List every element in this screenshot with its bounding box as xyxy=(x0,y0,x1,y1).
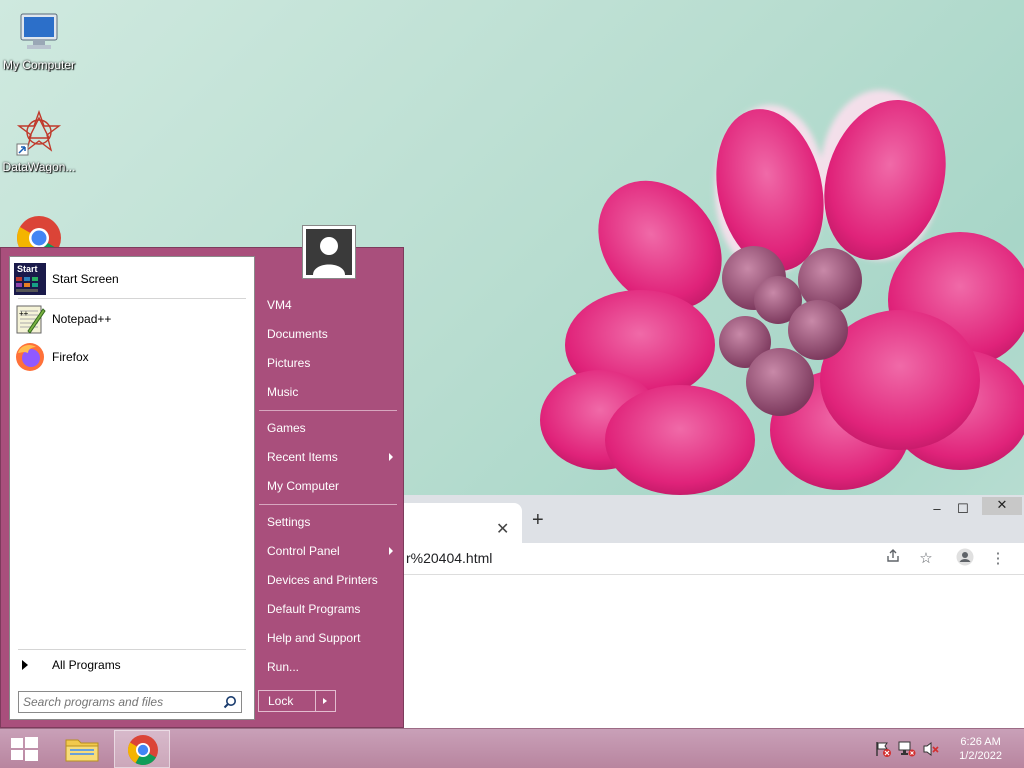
clock-time: 6:26 AM xyxy=(960,736,1001,748)
start-item-devices-and-printers[interactable]: Devices and Printers xyxy=(259,568,399,592)
maximize-button[interactable]: ☐ xyxy=(948,501,978,517)
start-search-box[interactable] xyxy=(18,691,242,713)
start-item-games[interactable]: Games xyxy=(259,416,399,440)
start-item-settings[interactable]: Settings xyxy=(259,510,399,534)
submenu-arrow-icon xyxy=(389,547,393,555)
browser-tab[interactable]: ✕ xyxy=(402,503,522,543)
chrome-icon xyxy=(127,735,158,766)
start-button[interactable] xyxy=(0,730,48,768)
taskbar-chrome[interactable] xyxy=(114,730,170,768)
new-tab-button[interactable]: + xyxy=(532,509,544,532)
browser-titlebar[interactable]: ✕ + – ☐ ✕ xyxy=(402,495,1024,543)
notepadpp-icon: ++ xyxy=(14,303,46,335)
datawagon-icon xyxy=(15,109,63,158)
separator xyxy=(259,504,397,505)
svg-text:++: ++ xyxy=(19,309,29,318)
desktop-icon-datawagon[interactable]: DataWagon... xyxy=(0,109,78,174)
shutdown-options-button[interactable] xyxy=(316,690,336,712)
browser-window[interactable]: ✕ + – ☐ ✕ r%20404.html ☆ ⋮ xyxy=(402,495,1024,728)
search-icon[interactable] xyxy=(223,695,237,709)
close-button[interactable]: ✕ xyxy=(982,497,1022,515)
tab-close-icon[interactable]: ✕ xyxy=(496,519,509,539)
start-item-pictures[interactable]: Pictures xyxy=(259,351,399,375)
firefox-icon xyxy=(14,341,46,373)
program-notepadpp[interactable]: ++ Notepad++ xyxy=(14,302,246,336)
network-icon[interactable] xyxy=(898,741,916,757)
all-programs-button[interactable]: All Programs xyxy=(18,653,246,677)
address-bar-text: r%20404.html xyxy=(406,550,493,566)
expand-arrow-icon xyxy=(22,660,28,670)
start-item-documents[interactable]: Documents xyxy=(259,322,399,346)
start-screen-icon: Start xyxy=(14,263,46,295)
submenu-arrow-icon xyxy=(389,453,393,461)
program-firefox[interactable]: Firefox xyxy=(14,340,246,374)
taskbar-file-explorer[interactable] xyxy=(54,730,110,768)
profile-icon[interactable] xyxy=(954,548,976,570)
share-icon[interactable] xyxy=(882,548,904,570)
separator xyxy=(259,410,397,411)
menu-kebab-icon[interactable]: ⋮ xyxy=(987,548,1009,570)
program-start-screen[interactable]: Start Start Screen xyxy=(14,262,246,296)
user-silhouette-icon xyxy=(306,229,352,275)
start-menu-programs-pane: Start Start Screen ++ Notepad++ Firefox … xyxy=(9,256,255,720)
system-clock[interactable]: 6:26 AM 1/2/2022 xyxy=(959,735,1002,763)
action-center-flag-icon[interactable] xyxy=(874,741,892,757)
volume-muted-icon[interactable] xyxy=(922,741,940,757)
search-input[interactable] xyxy=(19,692,215,712)
chevron-right-icon xyxy=(323,698,327,704)
bookmark-star-icon[interactable]: ☆ xyxy=(915,548,937,570)
start-item-default-programs[interactable]: Default Programs xyxy=(259,597,399,621)
start-item-run[interactable]: Run... xyxy=(259,655,399,679)
start-item-my-computer[interactable]: My Computer xyxy=(259,474,399,498)
clock-date: 1/2/2022 xyxy=(959,750,1002,762)
address-bar[interactable]: r%20404.html xyxy=(404,545,874,571)
windows-logo-icon xyxy=(11,737,38,761)
start-item-vm4[interactable]: VM4 xyxy=(259,293,399,317)
desktop-icon-my-computer[interactable]: My Computer xyxy=(0,8,78,72)
browser-toolbar: r%20404.html ☆ ⋮ xyxy=(402,543,1024,575)
start-item-help-and-support[interactable]: Help and Support xyxy=(259,626,399,650)
lock-button[interactable]: Lock xyxy=(258,690,316,712)
start-menu: Start Start Screen ++ Notepad++ Firefox … xyxy=(0,225,404,728)
start-item-music[interactable]: Music xyxy=(259,380,399,404)
separator xyxy=(18,298,246,299)
folder-icon xyxy=(65,739,99,762)
start-item-recent-items[interactable]: Recent Items xyxy=(259,445,399,469)
computer-icon xyxy=(15,8,63,56)
taskbar: 6:26 AM 1/2/2022 xyxy=(0,728,1024,768)
start-item-control-panel[interactable]: Control Panel xyxy=(259,539,399,563)
user-avatar[interactable] xyxy=(302,225,356,279)
separator xyxy=(18,649,246,650)
